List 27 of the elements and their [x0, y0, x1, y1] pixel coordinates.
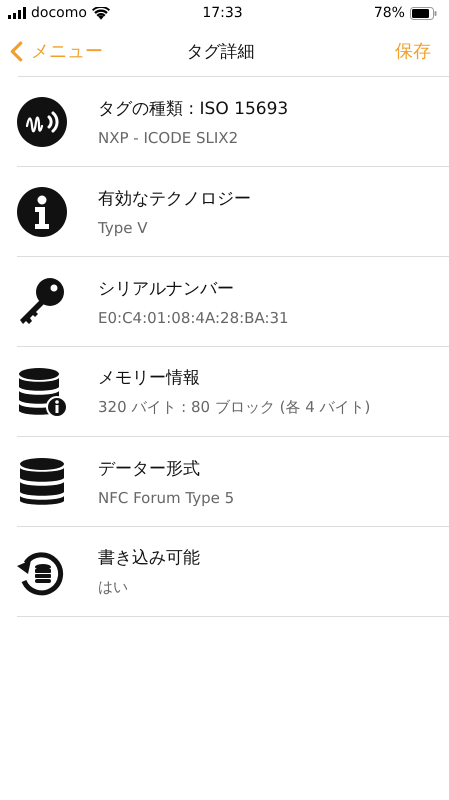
row-value: E0:C4:01:08:4A:28:BA:31 — [98, 308, 289, 326]
row-value: はい — [98, 578, 129, 597]
row-value: NFC Forum Type 5 — [98, 488, 234, 506]
signal-wave-icon — [17, 96, 67, 146]
row-title: シリアルナンバー — [98, 278, 235, 300]
database-icon — [17, 456, 67, 506]
carrier-name: docomo — [31, 5, 87, 21]
row-value: NXP - ICODE SLIX2 — [98, 128, 240, 146]
back-chevron-icon — [10, 40, 23, 62]
row-title: 有効なテクノロジー — [98, 188, 251, 210]
row-title: データー形式 — [98, 458, 201, 480]
battery-icon — [410, 6, 437, 20]
row-value: Type V — [98, 218, 148, 236]
key-icon — [17, 276, 67, 326]
clock-time: 17:33 — [202, 5, 243, 21]
battery-percent: 78% — [374, 5, 405, 21]
save-button[interactable]: 保存 — [301, 39, 431, 63]
signal-icon — [8, 7, 26, 19]
info-icon — [17, 186, 67, 236]
back-button[interactable]: メニュー — [10, 39, 140, 63]
row-value: 320 バイト : 80 ブロック (各 4 バイト) — [98, 398, 370, 417]
row-title: メモリー情報 — [98, 367, 201, 389]
screen-title: タグ詳細 — [186, 40, 254, 62]
row-title: タグの種類 : ISO 15693 — [98, 98, 288, 120]
row-title: 書き込み可能 — [98, 547, 200, 569]
database-info-icon — [17, 366, 67, 416]
wifi-icon — [92, 6, 110, 20]
